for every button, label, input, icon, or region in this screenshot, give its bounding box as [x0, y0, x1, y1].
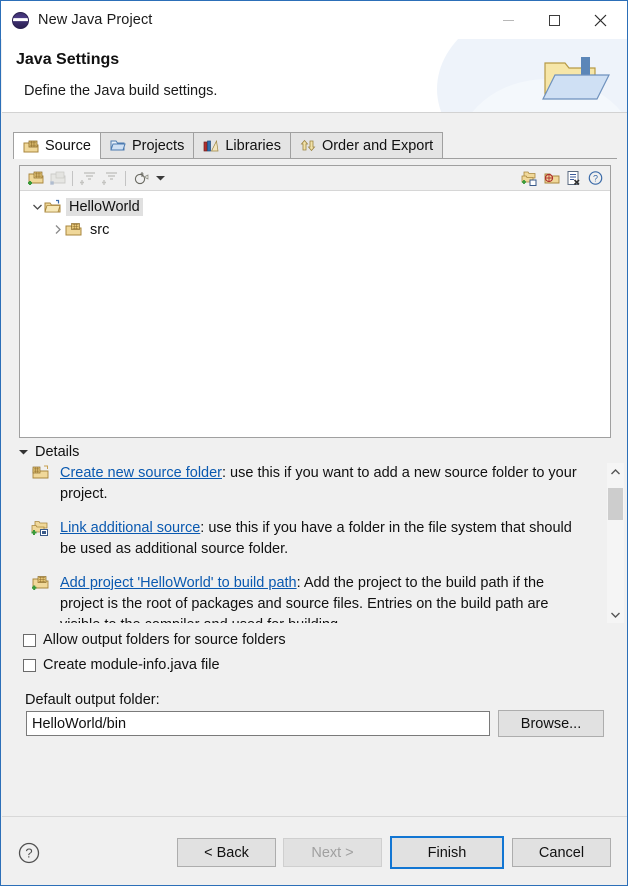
source-folders-tree[interactable]: HelloWorld src [20, 191, 610, 241]
browse-button[interactable]: Browse... [498, 710, 604, 737]
folder-with-down-arrow-icon [542, 57, 610, 100]
tab-label: Projects [131, 137, 185, 154]
tab-label: Source [45, 138, 91, 154]
order-export-icon [300, 139, 316, 152]
chevron-down-icon[interactable] [152, 175, 168, 181]
finish-button[interactable]: Finish [390, 836, 504, 869]
triangle-down-icon[interactable] [19, 447, 28, 457]
collapse-filter-button [77, 168, 99, 189]
close-icon[interactable] [577, 5, 623, 35]
add-project-to-build-path-icon [32, 576, 49, 590]
svg-text:?: ? [592, 173, 597, 183]
tree-item-src[interactable]: src [20, 218, 610, 241]
help-button[interactable]: ? [584, 168, 606, 189]
tree-toolbar: ? [20, 166, 610, 191]
details-content: Create new source folder: use this if yo… [27, 463, 611, 623]
tree-item-label: src [90, 221, 110, 238]
scrollbar-track[interactable] [607, 480, 624, 606]
checkbox-allow-output-folders[interactable]: Allow output folders for source folders [23, 632, 286, 648]
default-output-folder-input[interactable]: HelloWorld/bin [26, 711, 490, 736]
tree-item-label: HelloWorld [66, 197, 143, 216]
eclipse-sphere-icon [12, 11, 29, 29]
help-circle-icon[interactable]: ? [17, 841, 41, 865]
detail-item-link-additional-source: Link additional source: use this if you … [27, 518, 587, 560]
window-title: New Java Project [38, 12, 153, 28]
tab-order-and-export[interactable]: Order and Export [289, 132, 444, 158]
source-folder-icon [65, 223, 82, 236]
add-project-button[interactable] [540, 168, 562, 189]
detail-link[interactable]: Link additional source [60, 520, 200, 536]
detail-link[interactable]: Add project 'HelloWorld' to build path [60, 575, 297, 591]
next-button: Next > [283, 838, 382, 867]
configure-inclusion-button[interactable] [130, 168, 152, 189]
tab-label: Libraries [225, 137, 281, 154]
maximize-icon[interactable] [531, 5, 577, 35]
footer-separator [2, 816, 627, 817]
project-folder-icon [110, 140, 126, 151]
minimize-icon[interactable] [485, 5, 531, 35]
tree-item-helloworld[interactable]: HelloWorld [20, 195, 610, 218]
checkbox-box[interactable] [23, 633, 36, 647]
java-project-folder-icon [44, 199, 61, 213]
title-bar: New Java Project [1, 1, 627, 39]
source-folders-panel: ? HelloWorld src [19, 165, 611, 438]
detail-item-create-source-folder: Create new source folder: use this if yo… [27, 463, 587, 505]
scroll-down-icon[interactable] [607, 606, 624, 623]
details-scrollbar[interactable] [607, 463, 624, 623]
page-subtitle: Define the Java build settings. [24, 83, 218, 99]
toolbar-separator-2 [125, 170, 126, 186]
chevron-down-icon[interactable] [30, 195, 44, 218]
library-books-icon [203, 139, 219, 152]
tab-strip: Source Projects Libraries Order and Expo… [13, 132, 617, 159]
checkbox-create-module-info[interactable]: Create module-info.java file [23, 657, 220, 673]
window-controls [485, 5, 623, 35]
new-java-project-dialog: New Java Project Java Settings Define th… [0, 0, 628, 886]
detail-link[interactable]: Create new source folder [60, 465, 222, 481]
source-folder-icon [23, 140, 39, 152]
remove-folder-button [46, 168, 68, 189]
scroll-up-icon[interactable] [607, 463, 624, 480]
link-source-button[interactable] [518, 168, 540, 189]
default-output-folder-label: Default output folder: [25, 692, 160, 708]
checkbox-label: Allow output folders for source folders [43, 632, 286, 648]
link-additional-source-icon [31, 521, 48, 536]
page-title: Java Settings [16, 51, 120, 68]
create-source-folder-icon [32, 465, 49, 479]
tab-projects[interactable]: Projects [99, 132, 195, 158]
tab-label: Order and Export [321, 137, 434, 154]
detail-item-add-project-to-build-path: Add project 'HelloWorld' to build path: … [27, 573, 587, 623]
details-section-header[interactable]: Details [19, 444, 79, 460]
checkbox-label: Create module-info.java file [43, 657, 220, 673]
svg-text:?: ? [25, 846, 32, 861]
tab-source[interactable]: Source [13, 132, 101, 159]
add-folder-button[interactable] [24, 168, 46, 189]
remove-entry-button[interactable] [562, 168, 584, 189]
scrollbar-thumb[interactable] [608, 488, 623, 520]
tab-libraries[interactable]: Libraries [193, 132, 291, 158]
page-header-banner: Java Settings Define the Java build sett… [2, 39, 627, 113]
checkbox-box[interactable] [23, 658, 36, 672]
toolbar-separator [72, 170, 73, 186]
expand-filter-button [99, 168, 121, 189]
details-label: Details [35, 444, 80, 460]
cancel-button[interactable]: Cancel [512, 838, 611, 867]
back-button[interactable]: < Back [177, 838, 276, 867]
chevron-right-icon[interactable] [51, 218, 65, 241]
